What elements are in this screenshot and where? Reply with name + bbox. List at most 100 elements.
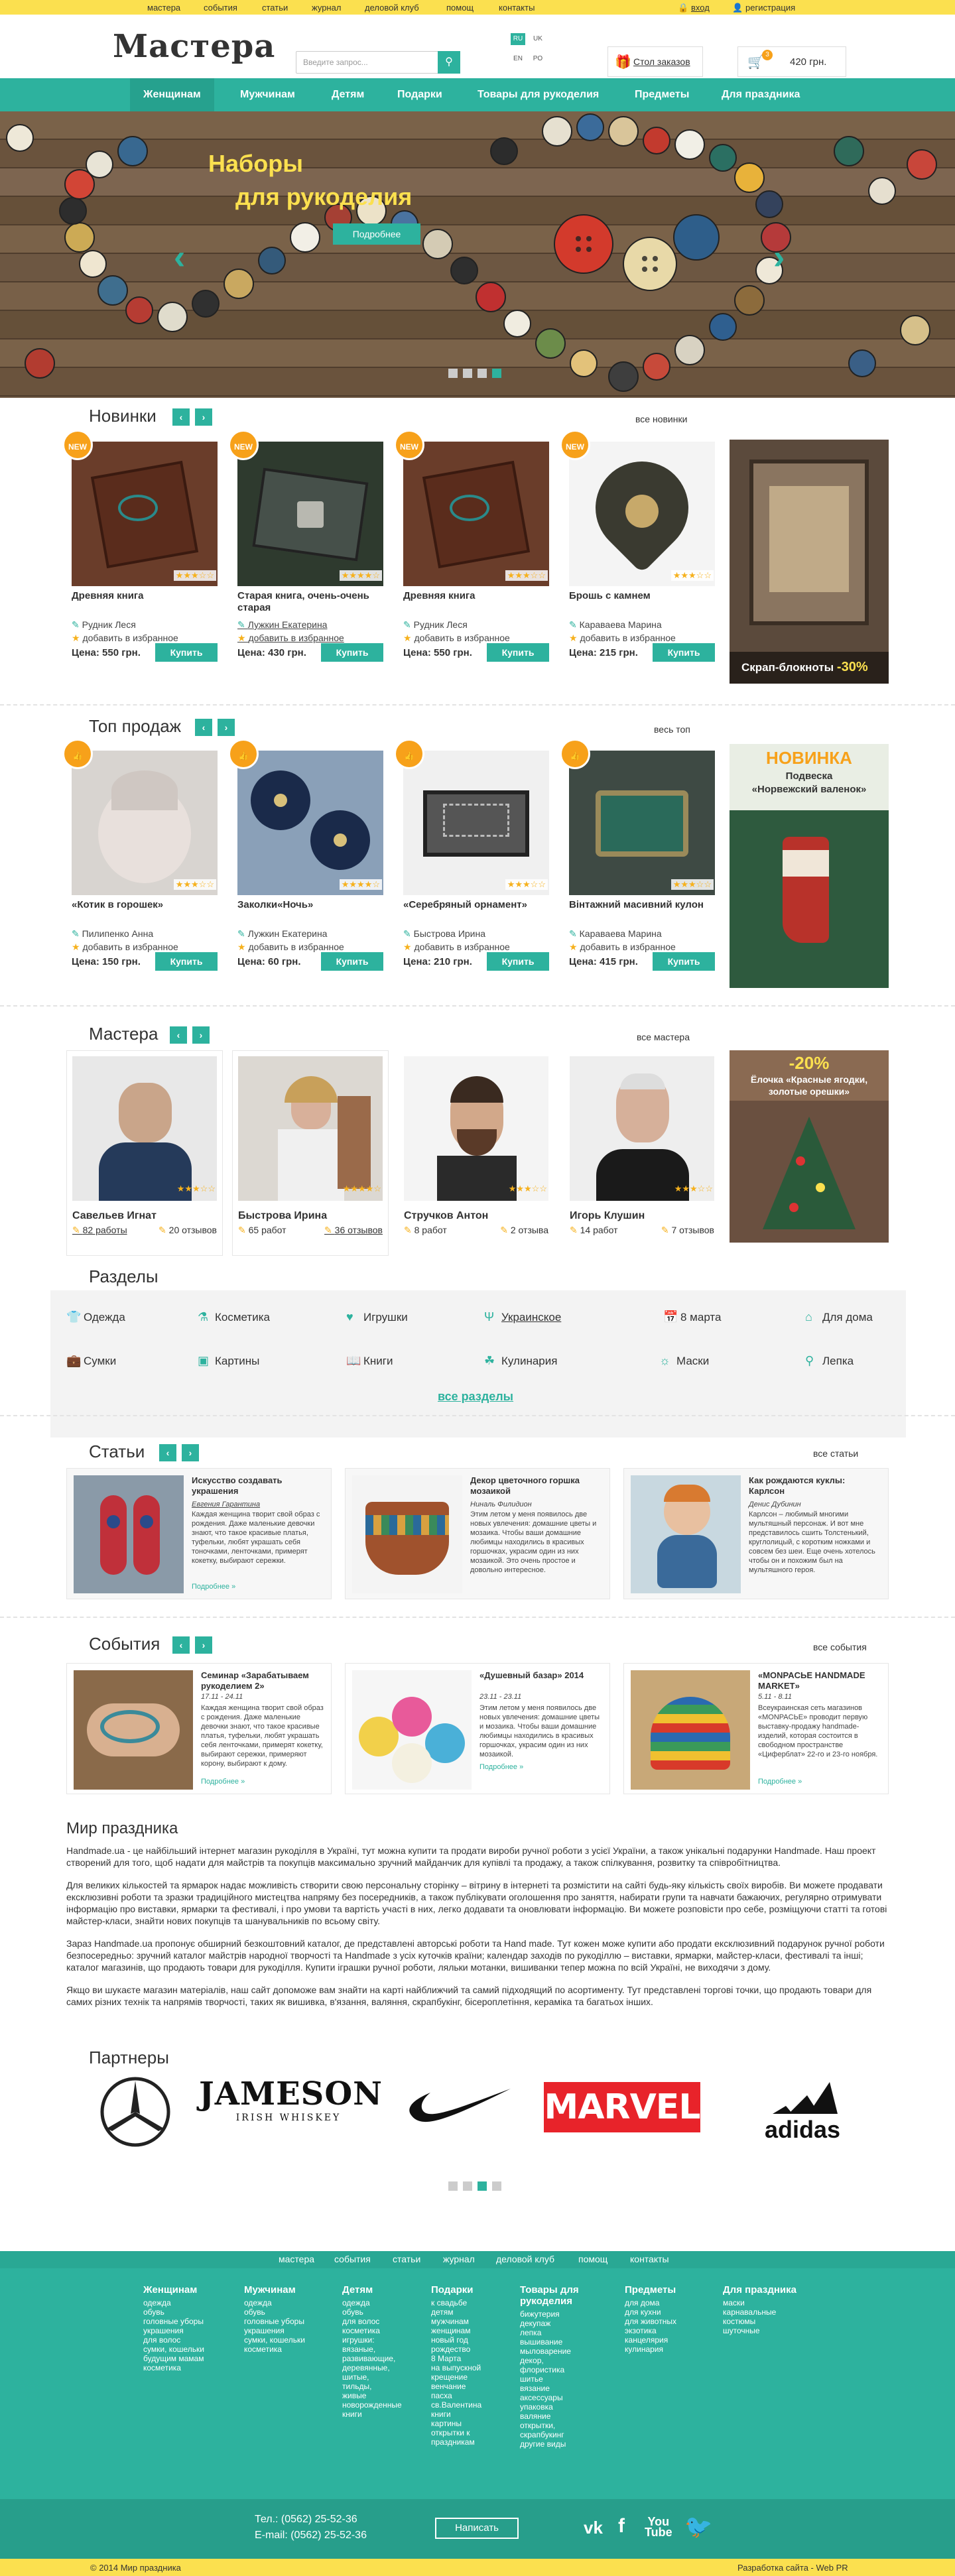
product-image[interactable] (72, 442, 218, 586)
event-card[interactable]: «Душевный базар» 2014 23.11 - 23.11 Этим… (345, 1663, 610, 1794)
footer-link[interactable]: бижутерия (520, 2309, 600, 2319)
register-link[interactable]: регистрация (745, 3, 795, 13)
product-card[interactable]: NEW ★★★☆☆ Древняя книга ✎ Рудник Леся ★ … (62, 430, 223, 662)
add-to-favorites[interactable]: ★ добавить в избранное (403, 942, 510, 953)
topbar-link-business-club[interactable]: деловой клуб (365, 3, 419, 13)
product-card[interactable]: NEW ★★★☆☆ Брошь с камнем ✎ Караваева Мар… (560, 430, 720, 662)
product-author[interactable]: ✎ Караваева Марина (569, 619, 662, 631)
nav-kids[interactable]: Детям (332, 78, 364, 111)
article-card[interactable]: Как рождаются куклы: Карлсон Денис Дубин… (623, 1468, 889, 1599)
section-cosmetics[interactable]: ⚗ Косметика (198, 1310, 270, 1324)
add-to-favorites[interactable]: ★ добавить в избранное (569, 942, 676, 953)
footer-col-heading[interactable]: Предметы (625, 2284, 704, 2296)
footer-link[interactable]: св.Валентина (431, 2400, 511, 2410)
footer-link[interactable]: вязание (520, 2384, 600, 2393)
lang-en[interactable]: EN (511, 53, 525, 65)
footer-link[interactable]: развивающие, (342, 2354, 422, 2363)
add-to-favorites[interactable]: ★ добавить в избранное (72, 633, 178, 644)
footer-link[interactable]: лепка (520, 2328, 600, 2337)
add-to-favorites[interactable]: ★ добавить в избранное (237, 942, 344, 953)
novinki-all-link[interactable]: все новинки (635, 414, 687, 424)
footer-link[interactable]: флористика (520, 2365, 600, 2374)
footer-link[interactable]: экзотика (625, 2326, 704, 2335)
nav-gifts[interactable]: Подарки (397, 78, 442, 111)
event-card[interactable]: Семинар «Зарабатываем рукоделием 2» 17.1… (66, 1663, 332, 1794)
product-author[interactable]: ✎ Караваева Марина (569, 928, 662, 940)
footer-link[interactable]: головные уборы (143, 2317, 223, 2326)
search-button[interactable]: ⚲ (438, 51, 460, 74)
events-all-link[interactable]: все события (813, 1642, 867, 1652)
topbar-link-contacts[interactable]: контакты (499, 3, 535, 13)
product-title[interactable]: Старая книга, очень-очень старая (237, 590, 383, 614)
product-card[interactable]: 👍 ★★★☆☆ Вінтажний масивний кулон ✎ Карав… (560, 739, 720, 971)
footer-col-heading[interactable]: Женщинам (143, 2284, 223, 2296)
partner-mercedes[interactable] (96, 2075, 175, 2147)
partner-nike[interactable] (405, 2075, 517, 2142)
footer-link[interactable]: канцелярия (625, 2335, 704, 2345)
section-toys[interactable]: ♥ Игрушки (346, 1310, 408, 1324)
cart-button[interactable]: 🛒 3 420 грн. (737, 46, 846, 77)
buy-button[interactable]: Купить (653, 952, 715, 971)
footer-link-business-club[interactable]: деловой клуб (496, 2254, 554, 2264)
master-card[interactable]: ★★★☆☆ Стручков Антон ✎ 8 работ ✎ 2 отзыв… (398, 1050, 554, 1256)
top-all-link[interactable]: весь топ (654, 724, 690, 735)
partner-marvel[interactable]: MARVEL (544, 2075, 700, 2142)
footer-link[interactable]: женщинам (431, 2326, 511, 2335)
footer-link[interactable]: тильды, (342, 2382, 422, 2391)
section-clothes[interactable]: 👕 Одежда (66, 1310, 125, 1324)
novinki-prev-arrow[interactable]: ‹ (172, 408, 190, 426)
master-reviews[interactable]: ✎ 36 отзывов (324, 1225, 383, 1236)
events-next-arrow[interactable]: › (195, 1636, 212, 1654)
product-image[interactable] (403, 442, 549, 586)
hero-dot[interactable] (463, 369, 472, 378)
nav-craft-goods[interactable]: Товары для рукоделия (478, 78, 599, 111)
product-card[interactable]: 👍 ★★★☆☆ «Серебряный орнамент» ✎ Быстрова… (394, 739, 554, 971)
footer-link[interactable]: рождество (431, 2345, 511, 2354)
footer-link[interactable]: шитые, (342, 2372, 422, 2382)
topbar-link-journal[interactable]: журнал (312, 3, 341, 13)
facebook-icon[interactable]: f (618, 2515, 625, 2538)
product-author[interactable]: ✎ Лужкин Екатерина (237, 928, 327, 940)
footer-link[interactable]: костюмы (723, 2317, 816, 2326)
partners-dot[interactable] (448, 2181, 458, 2191)
event-title[interactable]: «MONPACЬE HANDMADE MARKET» (758, 1670, 884, 1691)
footer-link[interactable]: шуточные (723, 2326, 816, 2335)
section-books[interactable]: 📖 Книги (346, 1354, 393, 1368)
event-image[interactable] (74, 1670, 193, 1790)
footer-link[interactable]: обувь (342, 2307, 422, 2317)
hero-dot[interactable] (448, 369, 458, 378)
hero-prev-arrow[interactable]: ‹ (174, 237, 185, 277)
footer-col-heading[interactable]: Товары для рукоделия (520, 2284, 600, 2307)
footer-link[interactable]: для волос (342, 2317, 422, 2326)
footer-email[interactable]: E-mail: (0562) 25-52-36 (255, 2530, 367, 2542)
add-to-favorites[interactable]: ★ добавить в избранное (403, 633, 510, 644)
footer-link[interactable]: для волос (143, 2335, 223, 2345)
article-author[interactable]: Евгения Гарантина (192, 1501, 260, 1508)
hero-more-button[interactable]: Подробнее (333, 223, 420, 245)
product-card[interactable]: 👍 ★★★☆☆ «Котик в горошек» ✎ Пилипенко Ан… (62, 739, 223, 971)
buy-button[interactable]: Купить (321, 952, 383, 971)
masters-next-arrow[interactable]: › (192, 1026, 210, 1044)
lang-po[interactable]: PO (531, 53, 545, 65)
buy-button[interactable]: Купить (321, 643, 383, 662)
product-image[interactable] (569, 442, 715, 586)
footer-link[interactable]: новорожденные (342, 2400, 422, 2410)
hero-next-arrow[interactable]: › (773, 237, 785, 277)
footer-link[interactable]: 8 Марта (431, 2354, 511, 2363)
footer-link[interactable]: обувь (143, 2307, 223, 2317)
footer-link[interactable]: живые (342, 2391, 422, 2400)
article-image[interactable] (352, 1475, 462, 1593)
article-author[interactable]: Денис Дубинин (749, 1501, 801, 1508)
article-title[interactable]: Как рождаются куклы: Карлсон (749, 1475, 881, 1497)
master-name[interactable]: Игорь Клушин (570, 1210, 645, 1222)
product-title[interactable]: «Серебряный орнамент» (403, 899, 549, 911)
footer-link[interactable]: валяние (520, 2412, 600, 2421)
topbar-link-articles[interactable]: статьи (262, 3, 288, 13)
footer-link[interactable]: деревянные, (342, 2363, 422, 2372)
product-image[interactable] (569, 751, 715, 895)
promo-christmas-tree[interactable]: -20% Ёлочка «Красные ягодки, золотые оре… (730, 1050, 889, 1243)
buy-button[interactable]: Купить (653, 643, 715, 662)
nav-items[interactable]: Предметы (635, 78, 689, 111)
footer-link[interactable]: вышивание (520, 2337, 600, 2347)
youtube-icon[interactable]: You Tube (645, 2516, 672, 2538)
